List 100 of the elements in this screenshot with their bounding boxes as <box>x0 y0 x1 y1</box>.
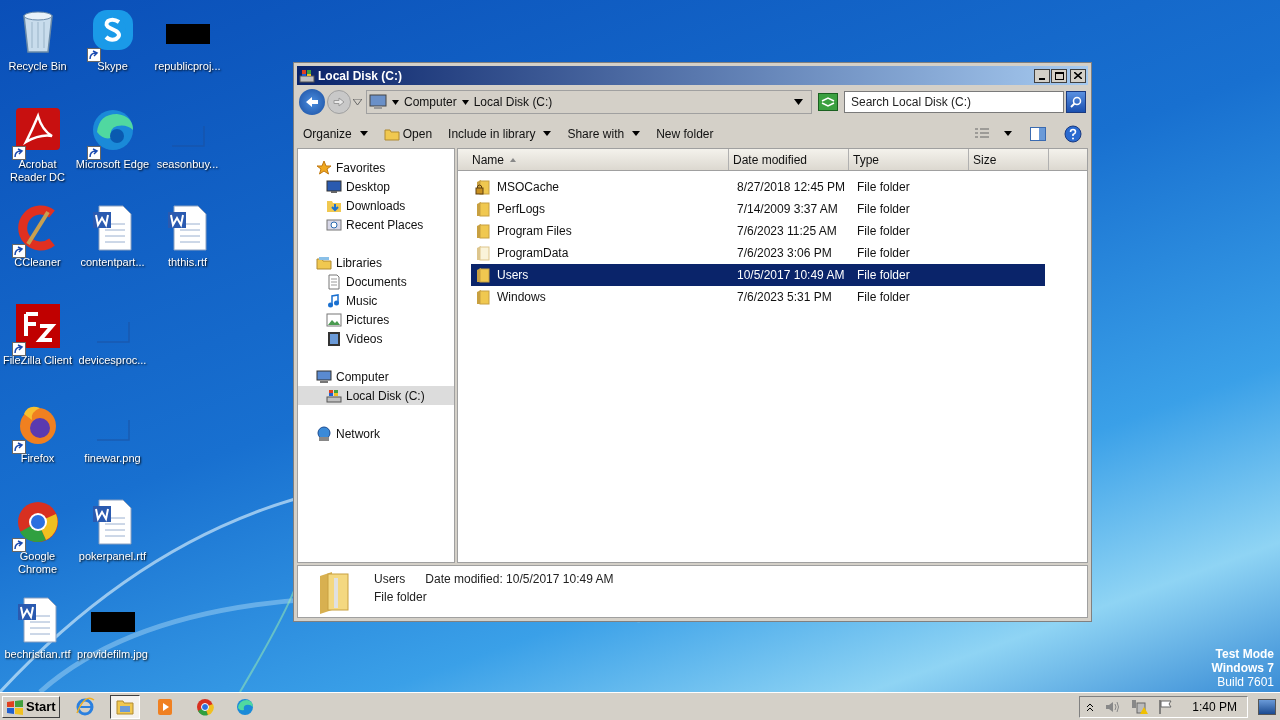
nav-item[interactable]: Documents <box>298 272 454 291</box>
nav-item[interactable]: Network <box>298 424 454 443</box>
folder-icon <box>475 289 491 305</box>
breadcrumb[interactable]: Computer <box>404 93 457 111</box>
nav-item[interactable]: Favorites <box>298 158 454 177</box>
folder-icon <box>475 245 491 261</box>
nav-item[interactable]: Music <box>298 291 454 310</box>
column-header[interactable]: Date modified <box>729 149 849 170</box>
monitor-icon <box>326 178 342 195</box>
desktop-icon-label[interactable]: Firefox <box>0 452 75 465</box>
drive-icon <box>299 68 315 83</box>
file-row[interactable]: Windows 7/6/2023 5:31 PM File folder <box>471 286 1045 308</box>
breadcrumb[interactable]: Local Disk (C:) <box>473 93 553 111</box>
details-date: Date modified: 10/5/2017 10:49 AM <box>425 571 614 588</box>
file-row[interactable]: Program Files 7/6/2023 11:25 AM File folder <box>471 220 1045 242</box>
folder-icon <box>475 223 491 239</box>
music-note-icon <box>326 292 342 309</box>
windows-logo-icon <box>6 698 24 715</box>
desktop-icon-label[interactable]: CCleaner <box>0 256 75 269</box>
desktop-icon-label[interactable]: Microsoft Edge <box>75 158 150 171</box>
taskbar-button[interactable] <box>109 694 140 719</box>
nav-item[interactable]: Pictures <box>298 310 454 329</box>
locked-folder-icon <box>475 179 491 195</box>
help-icon[interactable] <box>1064 124 1082 143</box>
dropdown-arrow-icon[interactable] <box>794 99 803 105</box>
search-icon <box>1070 96 1082 108</box>
desktop-icon-label[interactable]: contentpart... <box>75 256 150 269</box>
desktop-icon-label[interactable]: devicesproc... <box>75 354 150 367</box>
desktop-icon-label[interactable]: Google Chrome <box>0 550 75 576</box>
desktop-icon-label[interactable]: FileZilla Client <box>0 354 75 367</box>
desktop-icon-label[interactable]: providefilm.jpg <box>75 648 150 661</box>
minimize-icon <box>1039 77 1045 80</box>
window-title: Local Disk (C:) <box>318 67 403 85</box>
edge-logo-icon <box>234 696 255 717</box>
show-desktop-button[interactable] <box>1258 698 1276 715</box>
forward-arrow-icon <box>333 97 345 107</box>
desktop-icon-label[interactable]: ththis.rtf <box>150 256 225 269</box>
os-notice-text: Build 7601 <box>1217 675 1274 689</box>
nav-item[interactable]: Recent Places <box>298 215 454 234</box>
refresh-button[interactable] <box>818 93 838 111</box>
ie-logo-icon <box>74 696 95 717</box>
picture-icon <box>326 311 342 328</box>
toolbar-button[interactable]: Organize <box>303 124 368 143</box>
nav-item[interactable]: Downloads <box>298 196 454 215</box>
show-hidden-icons-icon[interactable] <box>1086 701 1095 712</box>
minimize-button[interactable] <box>1034 68 1050 83</box>
desktop-icon-label[interactable]: Acrobat Reader DC <box>0 158 75 184</box>
desktop-icon-label[interactable]: bechristian.rtf <box>0 648 75 661</box>
drive-icon <box>326 387 342 404</box>
details-view-icon <box>974 127 990 140</box>
caret-icon <box>1004 131 1012 136</box>
star-icon <box>316 159 332 176</box>
desktop-icon-label[interactable]: pokerpanel.rtf <box>75 550 150 563</box>
toolbar-button[interactable]: Open <box>383 124 433 143</box>
toolbar-button[interactable]: New folder <box>656 124 714 143</box>
folder-icon <box>475 201 491 217</box>
nav-item[interactable]: Computer <box>298 367 454 386</box>
globe-icon <box>316 425 332 442</box>
folder-icon <box>383 126 400 141</box>
document-icon <box>326 273 342 290</box>
back-button[interactable] <box>299 89 325 115</box>
desktop-icon-label[interactable]: republicproj... <box>150 60 225 73</box>
preview-pane-icon[interactable] <box>1030 126 1046 141</box>
nav-item[interactable]: Desktop <box>298 177 454 196</box>
desktop-icon-label[interactable]: seasonbuy... <box>150 158 225 171</box>
library-icon <box>316 254 332 271</box>
desktop-icon-label[interactable]: Recycle Bin <box>0 60 75 73</box>
file-row[interactable]: MSOCache 8/27/2018 12:45 PM File folder <box>471 176 1045 198</box>
column-header[interactable]: Size <box>969 149 1049 170</box>
folder-icon <box>318 570 352 614</box>
column-header[interactable]: Type <box>849 149 969 170</box>
nav-item[interactable]: Libraries <box>298 253 454 272</box>
recent-places-icon <box>326 216 342 233</box>
desktop-icon-label[interactable]: finewar.png <box>75 452 150 465</box>
toolbar-button[interactable]: Share with <box>567 124 641 143</box>
start-button[interactable]: Start <box>2 695 60 718</box>
nav-item[interactable]: Local Disk (C:) <box>298 386 454 405</box>
chrome-logo-icon <box>194 696 215 717</box>
caret-icon[interactable] <box>461 99 469 105</box>
file-row[interactable]: Users 10/5/2017 10:49 AM File folder <box>471 264 1045 286</box>
folder-icon <box>475 267 491 283</box>
close-icon <box>1074 72 1082 79</box>
fz-logo-icon[interactable] <box>13 302 62 350</box>
search-button[interactable] <box>1066 91 1086 113</box>
computer-icon <box>369 94 387 110</box>
clock[interactable]: 1:40 PM <box>1192 697 1237 716</box>
toolbar-button[interactable]: Include in library <box>448 124 552 143</box>
column-header[interactable]: Name <box>458 149 729 170</box>
view-options-button[interactable] <box>974 127 1012 140</box>
file-row[interactable]: ProgramData 7/6/2023 3:06 PM File folder <box>471 242 1045 264</box>
search-field[interactable]: Search Local Disk (C:) <box>844 91 1064 113</box>
address-bar[interactable]: Computer Local Disk (C:) <box>366 90 812 114</box>
nav-item[interactable]: Videos <box>298 329 454 348</box>
file-row[interactable]: PerfLogs 7/14/2009 3:37 AM File folder <box>471 198 1045 220</box>
close-button[interactable] <box>1070 68 1086 83</box>
caret-icon[interactable] <box>392 99 399 105</box>
maximize-button[interactable] <box>1051 68 1067 83</box>
desktop-icon-label[interactable]: Skype <box>75 60 150 73</box>
flag-icon[interactable] <box>1158 698 1175 715</box>
film-icon <box>326 330 342 347</box>
